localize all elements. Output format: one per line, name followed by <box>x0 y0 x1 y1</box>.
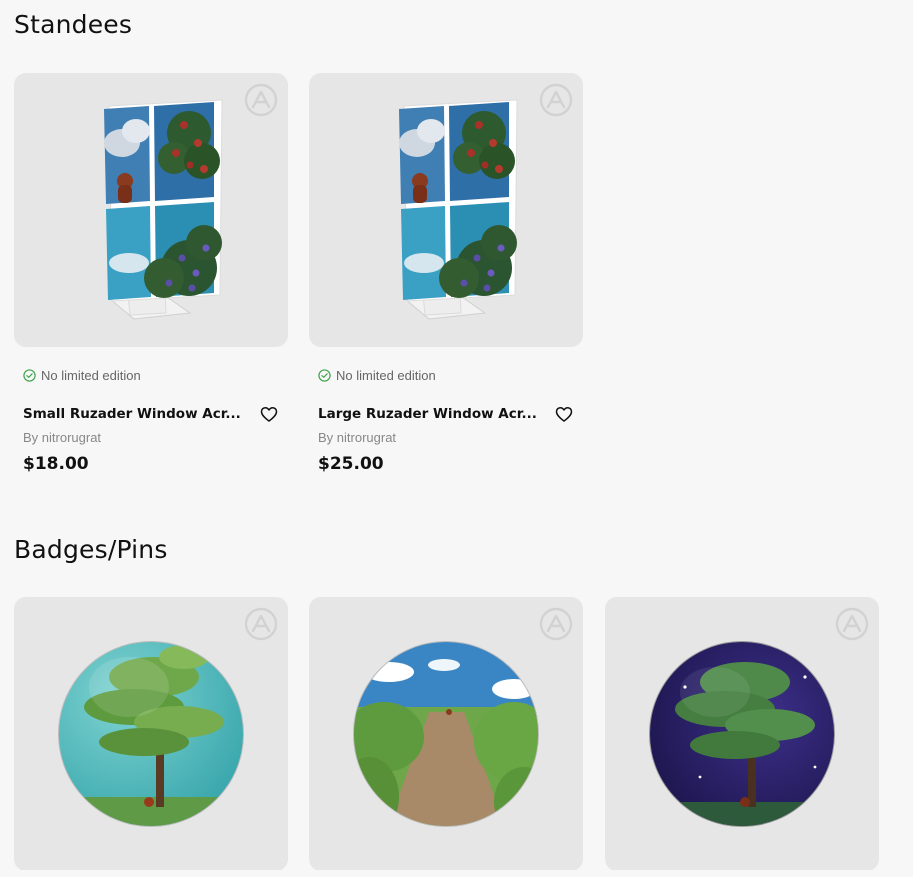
product-thumbnail[interactable] <box>14 73 288 347</box>
product-card[interactable] <box>605 597 879 871</box>
heart-icon[interactable] <box>554 404 574 424</box>
heart-icon[interactable] <box>259 404 279 424</box>
product-card[interactable] <box>309 597 583 871</box>
product-author[interactable]: By nitrorugrat <box>23 430 288 445</box>
edition-label: No limited edition <box>41 368 141 383</box>
product-author[interactable]: By nitrorugrat <box>318 430 583 445</box>
product-price: $25.00 <box>318 454 384 474</box>
product-title[interactable]: Large Ruzader Window Acr... <box>318 406 540 422</box>
section-title-standees: Standees <box>14 10 133 39</box>
product-card[interactable]: No limited edition Small Ruzader Window … <box>14 73 288 474</box>
badge-product-image <box>649 641 835 827</box>
product-title[interactable]: Small Ruzader Window Acr... <box>23 406 245 422</box>
page-bottom-edge <box>0 870 913 877</box>
badge-product-image <box>58 641 244 827</box>
edition-label: No limited edition <box>336 368 436 383</box>
product-card[interactable]: No limited edition Large Ruzader Window … <box>309 73 583 474</box>
product-card[interactable] <box>14 597 288 871</box>
standee-product-image <box>399 99 518 320</box>
edition-status: No limited edition <box>23 368 288 383</box>
product-thumbnail[interactable] <box>309 597 583 871</box>
section-title-badges-pins: Badges/Pins <box>14 535 168 564</box>
product-thumbnail[interactable] <box>14 597 288 871</box>
product-price: $18.00 <box>23 454 89 474</box>
product-thumbnail[interactable] <box>605 597 879 871</box>
check-circle-icon <box>23 369 36 382</box>
standee-product-image <box>104 99 223 320</box>
check-circle-icon <box>318 369 331 382</box>
edition-status: No limited edition <box>318 368 583 383</box>
badge-product-image <box>353 641 539 827</box>
product-thumbnail[interactable] <box>309 73 583 347</box>
